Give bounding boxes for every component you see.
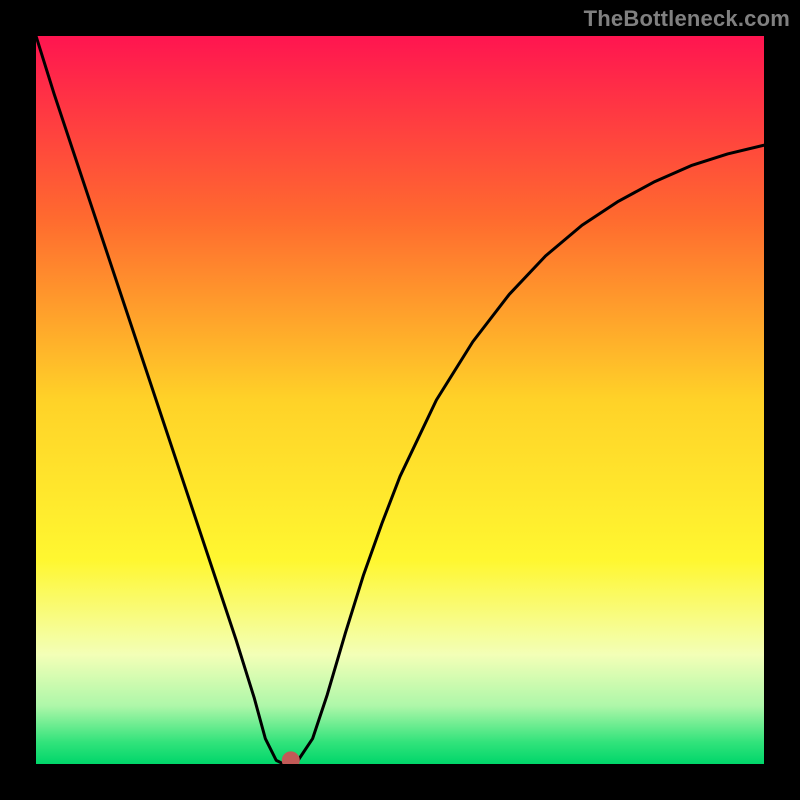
gradient-background	[36, 36, 764, 764]
chart-frame: TheBottleneck.com	[0, 0, 800, 800]
watermark-text: TheBottleneck.com	[584, 6, 790, 32]
plot-area	[36, 36, 764, 764]
plot-svg	[36, 36, 764, 764]
